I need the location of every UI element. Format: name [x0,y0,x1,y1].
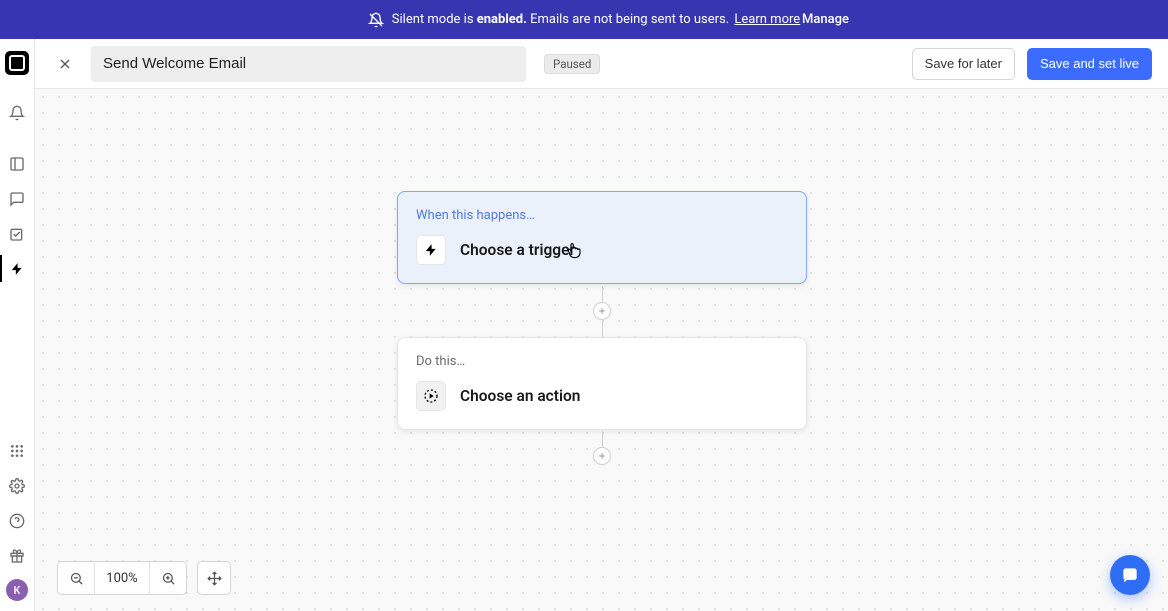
banner-text: Silent mode is enabled. Emails are not b… [392,12,800,27]
add-step-button[interactable] [593,447,611,465]
close-button[interactable] [51,50,79,78]
add-step-button[interactable] [593,302,611,320]
help-nav-icon[interactable] [0,503,35,538]
panel-nav-icon[interactable] [0,146,35,181]
action-node-label: Do this… [416,354,788,369]
workflow-title-input[interactable] [91,46,526,82]
bolt-icon [416,235,446,265]
zoom-level: 100% [95,562,149,594]
trigger-node[interactable]: When this happens… Choose a trigger [397,191,807,284]
silent-mode-banner: Silent mode is enabled. Emails are not b… [0,0,1168,39]
zoom-in-button[interactable] [150,562,186,594]
action-icon [416,381,446,411]
connector-line [602,319,603,337]
workflow-canvas[interactable]: When this happens… Choose a trigger Do t… [35,89,1168,611]
pan-button[interactable] [197,561,231,595]
action-node-title: Choose an action [460,387,580,405]
save-and-set-live-button[interactable]: Save and set live [1027,48,1152,80]
notifications-nav-icon[interactable] [0,95,35,130]
chat-nav-icon[interactable] [0,181,35,216]
trigger-node-label: When this happens… [416,208,788,223]
connector-line [602,431,603,447]
zoom-toolbar: 100% [57,561,231,595]
editor-header: Paused Save for later Save and set live [35,39,1168,89]
zoom-out-button[interactable] [58,562,94,594]
gift-nav-icon[interactable] [0,538,35,573]
workflows-nav-icon[interactable] [0,251,35,286]
save-for-later-button[interactable]: Save for later [912,48,1015,80]
settings-nav-icon[interactable] [0,468,35,503]
status-badge: Paused [544,54,600,74]
bell-off-icon [368,12,384,28]
learn-more-link[interactable]: Learn more [734,12,800,27]
apps-nav-icon[interactable] [0,433,35,468]
trigger-node-title: Choose a trigger [460,241,575,259]
intercom-chat-button[interactable] [1110,555,1150,595]
user-avatar[interactable]: K [6,579,28,601]
left-sidebar: K [0,39,35,611]
checkbox-nav-icon[interactable] [0,216,35,251]
connector-line [602,286,603,302]
app-logo[interactable] [5,51,29,75]
action-node[interactable]: Do this… Choose an action [397,337,807,430]
manage-link[interactable]: Manage [802,12,1062,27]
